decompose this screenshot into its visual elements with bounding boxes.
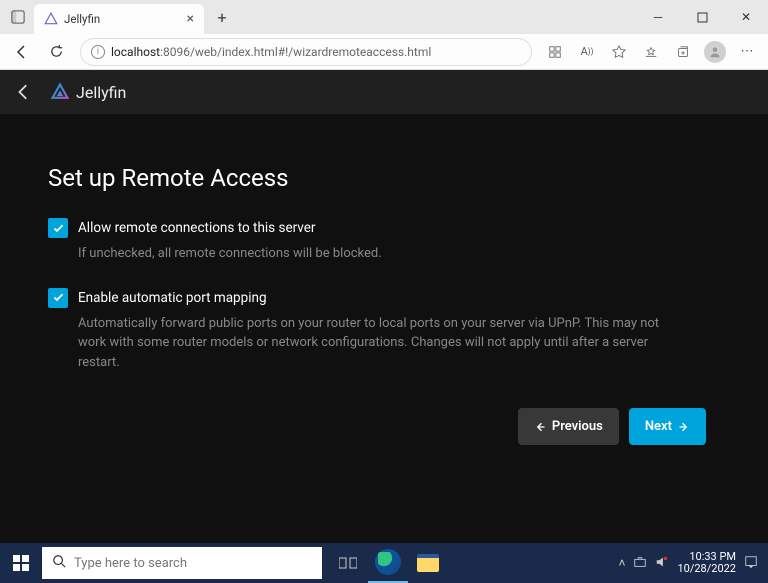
window-minimize-button[interactable]: ─ [636,0,680,34]
previous-label: Previous [552,419,603,434]
read-aloud-icon[interactable]: A)) [572,37,602,67]
favorite-icon[interactable] [604,37,634,67]
next-label: Next [645,419,672,434]
setting-upnp-label: Enable automatic port mapping [78,290,267,306]
taskbar-search[interactable]: Type here to search [42,547,322,579]
taskbar-edge-icon[interactable] [368,543,408,583]
setting-remote-desc: If unchecked, all remote connections wil… [78,244,688,264]
setting-upnp-desc: Automatically forward public ports on yo… [78,314,688,373]
taskbar: Type here to search ˄ 10:33 PM 10/28/202… [0,543,768,583]
menu-icon[interactable]: ⋯ [732,37,762,67]
url-path: :8096/web/index.html#!/wizardremoteacces… [160,45,431,59]
tray-chevron-icon[interactable]: ˄ [618,556,625,570]
arrow-right-icon [678,421,690,433]
tray-notifications-icon[interactable] [744,555,758,572]
wizard-nav: Previous Next [48,408,720,445]
browser-titlebar: Jellyfin × + ─ ✕ [0,0,768,34]
system-tray: ˄ 10:33 PM 10/28/2022 [618,551,768,575]
checkbox-remote[interactable] [48,218,68,238]
collections-icon[interactable] [668,37,698,67]
brand-name: Jellyfin [76,83,126,102]
nav-back-button[interactable] [6,36,38,68]
app-viewport: Jellyfin Set up Remote Access Allow remo… [0,70,768,543]
search-placeholder: Type here to search [74,556,187,571]
setting-remote-connections: Allow remote connections to this server … [48,218,688,264]
window-close-button[interactable]: ✕ [724,0,768,34]
brand-logo-icon [50,82,70,102]
tray-network-icon[interactable] [633,555,647,572]
window-controls: ─ ✕ [636,0,768,34]
tab-title: Jellyfin [64,12,100,26]
arrow-left-icon [534,421,546,433]
taskbar-explorer-icon[interactable] [408,543,448,583]
start-button[interactable] [0,543,42,583]
browser-tab[interactable]: Jellyfin × [34,4,204,34]
previous-button[interactable]: Previous [518,408,619,445]
clock-date: 10/28/2022 [677,563,736,575]
tab-actions-icon[interactable] [6,5,30,29]
tray-volume-icon[interactable] [655,555,669,572]
site-info-icon[interactable]: i [91,45,105,59]
setting-remote-label: Allow remote connections to this server [78,220,316,236]
app-header: Jellyfin [0,70,768,114]
address-bar[interactable]: i localhost:8096/web/index.html#!/wizard… [80,38,532,66]
extensions-icon[interactable] [540,37,570,67]
search-icon [52,554,66,572]
checkbox-upnp[interactable] [48,288,68,308]
url-host: localhost [111,45,160,59]
tab-favicon [44,12,58,26]
taskbar-clock[interactable]: 10:33 PM 10/28/2022 [677,551,736,575]
next-button[interactable]: Next [629,408,706,445]
nav-refresh-button[interactable] [40,36,72,68]
page-title: Set up Remote Access [48,164,720,192]
favorites-bar-icon[interactable] [636,37,666,67]
app-back-button[interactable] [10,78,38,106]
wizard-content: Set up Remote Access Allow remote connec… [0,114,768,543]
browser-toolbar: i localhost:8096/web/index.html#!/wizard… [0,34,768,70]
task-view-icon[interactable] [328,543,368,583]
window-maximize-button[interactable] [680,0,724,34]
tab-close-icon[interactable]: × [187,11,194,27]
new-tab-button[interactable]: + [208,3,236,31]
profile-avatar[interactable] [700,37,730,67]
brand: Jellyfin [50,82,126,102]
setting-port-mapping: Enable automatic port mapping Automatica… [48,288,688,373]
